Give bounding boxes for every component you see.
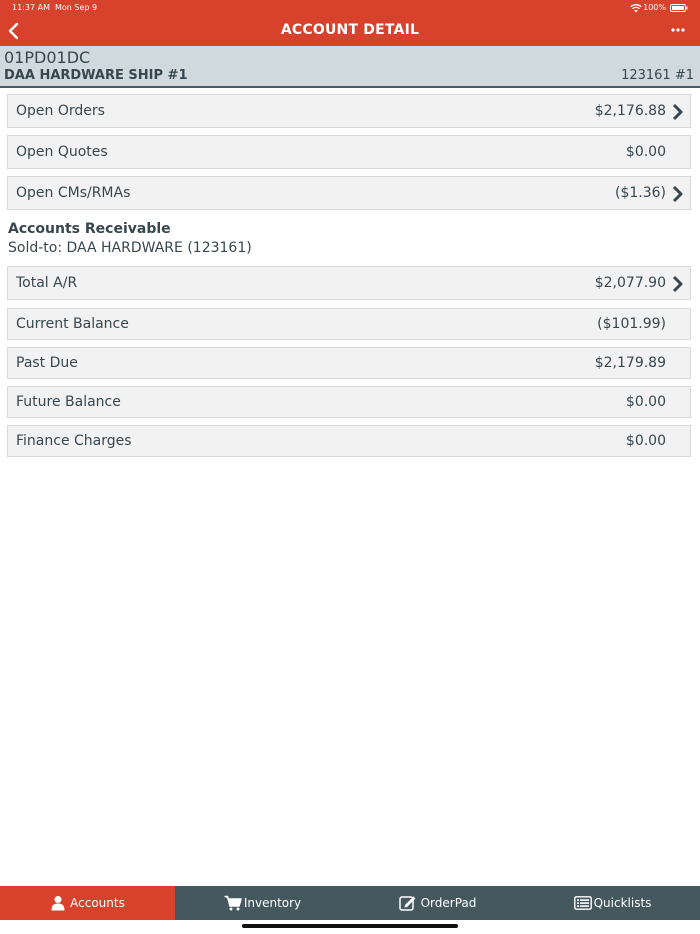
tab-orderpad[interactable]: OrderPad <box>350 886 525 920</box>
tab-bar: Accounts Inventory OrderPad Quicklists <box>0 886 700 920</box>
top-nav-bar: 11:37 AM Mon Sep 9 100% ACCOUNT DETAIL <box>0 0 700 46</box>
person-icon <box>51 896 65 911</box>
chevron-right-icon <box>672 275 683 293</box>
more-button[interactable] <box>670 22 686 38</box>
row-value: ($101.99) <box>597 316 666 332</box>
tab-label: Accounts <box>70 896 125 910</box>
row-open-orders[interactable]: Open Orders $2,176.88 <box>7 94 691 128</box>
row-label: Open Orders <box>16 103 105 119</box>
row-value: $2,176.88 <box>594 103 666 119</box>
account-header: 01PD01DC DAA HARDWARE SHIP #1 123161 #1 <box>0 46 700 88</box>
tab-accounts[interactable]: Accounts <box>0 886 175 920</box>
home-indicator <box>242 924 458 928</box>
row-open-cms-rmas[interactable]: Open CMs/RMAs ($1.36) <box>7 176 691 210</box>
tab-quicklists[interactable]: Quicklists <box>525 886 700 920</box>
battery-percent: 100% <box>643 3 666 12</box>
battery-icon <box>670 4 688 12</box>
section-title-accounts-receivable: Accounts Receivable <box>8 221 171 237</box>
row-past-due: Past Due $2,179.89 <box>7 347 691 379</box>
edit-icon <box>398 896 416 911</box>
account-code: 01PD01DC <box>4 48 91 67</box>
row-value: $0.00 <box>625 394 666 410</box>
row-value: $2,077.90 <box>594 275 666 291</box>
row-value: ($1.36) <box>614 185 666 201</box>
list-icon <box>573 896 592 910</box>
row-total-ar[interactable]: Total A/R $2,077.90 <box>7 266 691 300</box>
tab-label: OrderPad <box>420 896 477 910</box>
more-dots-icon <box>671 28 685 32</box>
row-future-balance: Future Balance $0.00 <box>7 386 691 418</box>
row-value: $0.00 <box>625 433 666 449</box>
sold-to-label: Sold-to: DAA HARDWARE (123161) <box>8 240 252 256</box>
status-time: 11:37 AM <box>12 3 50 12</box>
status-date: Mon Sep 9 <box>55 3 98 12</box>
row-label: Total A/R <box>16 275 78 291</box>
page-title: ACCOUNT DETAIL <box>280 22 420 38</box>
row-value: $0.00 <box>625 144 666 160</box>
row-value: $2,179.89 <box>594 355 666 371</box>
row-label: Finance Charges <box>16 433 132 449</box>
chevron-right-icon <box>672 185 683 203</box>
cart-icon <box>224 895 242 911</box>
row-label: Future Balance <box>16 394 121 410</box>
row-open-quotes: Open Quotes $0.00 <box>7 135 691 169</box>
wifi-icon <box>630 4 642 13</box>
row-label: Open Quotes <box>16 144 108 160</box>
row-current-balance: Current Balance ($101.99) <box>7 308 691 340</box>
tab-label: Inventory <box>243 896 302 910</box>
chevron-right-icon <box>672 103 683 121</box>
tab-inventory[interactable]: Inventory <box>175 886 350 920</box>
row-label: Past Due <box>16 355 78 371</box>
row-finance-charges: Finance Charges $0.00 <box>7 425 691 457</box>
row-label: Current Balance <box>16 316 129 332</box>
tab-label: Quicklists <box>593 896 652 910</box>
account-number: 123161 #1 <box>621 68 694 83</box>
account-name: DAA HARDWARE SHIP #1 <box>4 68 188 83</box>
row-label: Open CMs/RMAs <box>16 185 131 201</box>
